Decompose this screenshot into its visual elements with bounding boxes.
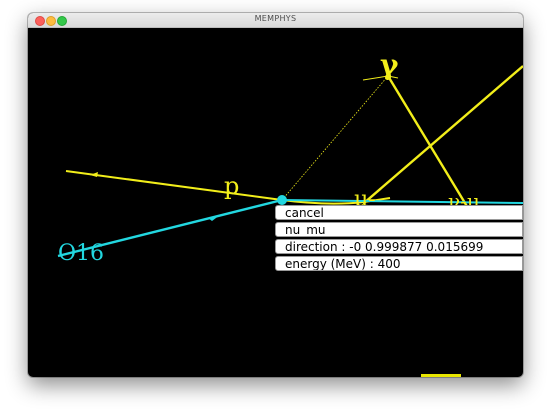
popup-cancel-item[interactable]: cancel <box>275 205 523 220</box>
window-title: MEMPHYS <box>254 14 297 23</box>
oxygen-label: O16 <box>58 241 104 266</box>
bottom-track-segment <box>421 374 461 377</box>
gamma-dotted-track <box>281 75 389 201</box>
title-bar[interactable]: MEMPHYS <box>28 13 523 28</box>
proton-label: p <box>224 172 239 200</box>
gamma-label: γ <box>380 48 399 81</box>
electron-track <box>363 65 523 204</box>
app-window: MEMPHYS γ p μ- ν-μ O16 cancel nu_mu dire… <box>28 13 523 377</box>
popup-energy[interactable]: energy (MeV) : 400 <box>275 256 523 271</box>
interaction-vertex[interactable] <box>277 195 287 205</box>
popup-direction[interactable]: direction : -0 0.999877 0.015699 <box>275 239 523 254</box>
particle-popup-menu: cancel nu_mu direction : -0 0.999877 0.0… <box>275 205 523 273</box>
popup-particle-name[interactable]: nu_mu <box>275 222 523 237</box>
event-display-canvas[interactable]: γ p μ- ν-μ O16 <box>28 28 523 377</box>
proton-track <box>65 170 283 201</box>
